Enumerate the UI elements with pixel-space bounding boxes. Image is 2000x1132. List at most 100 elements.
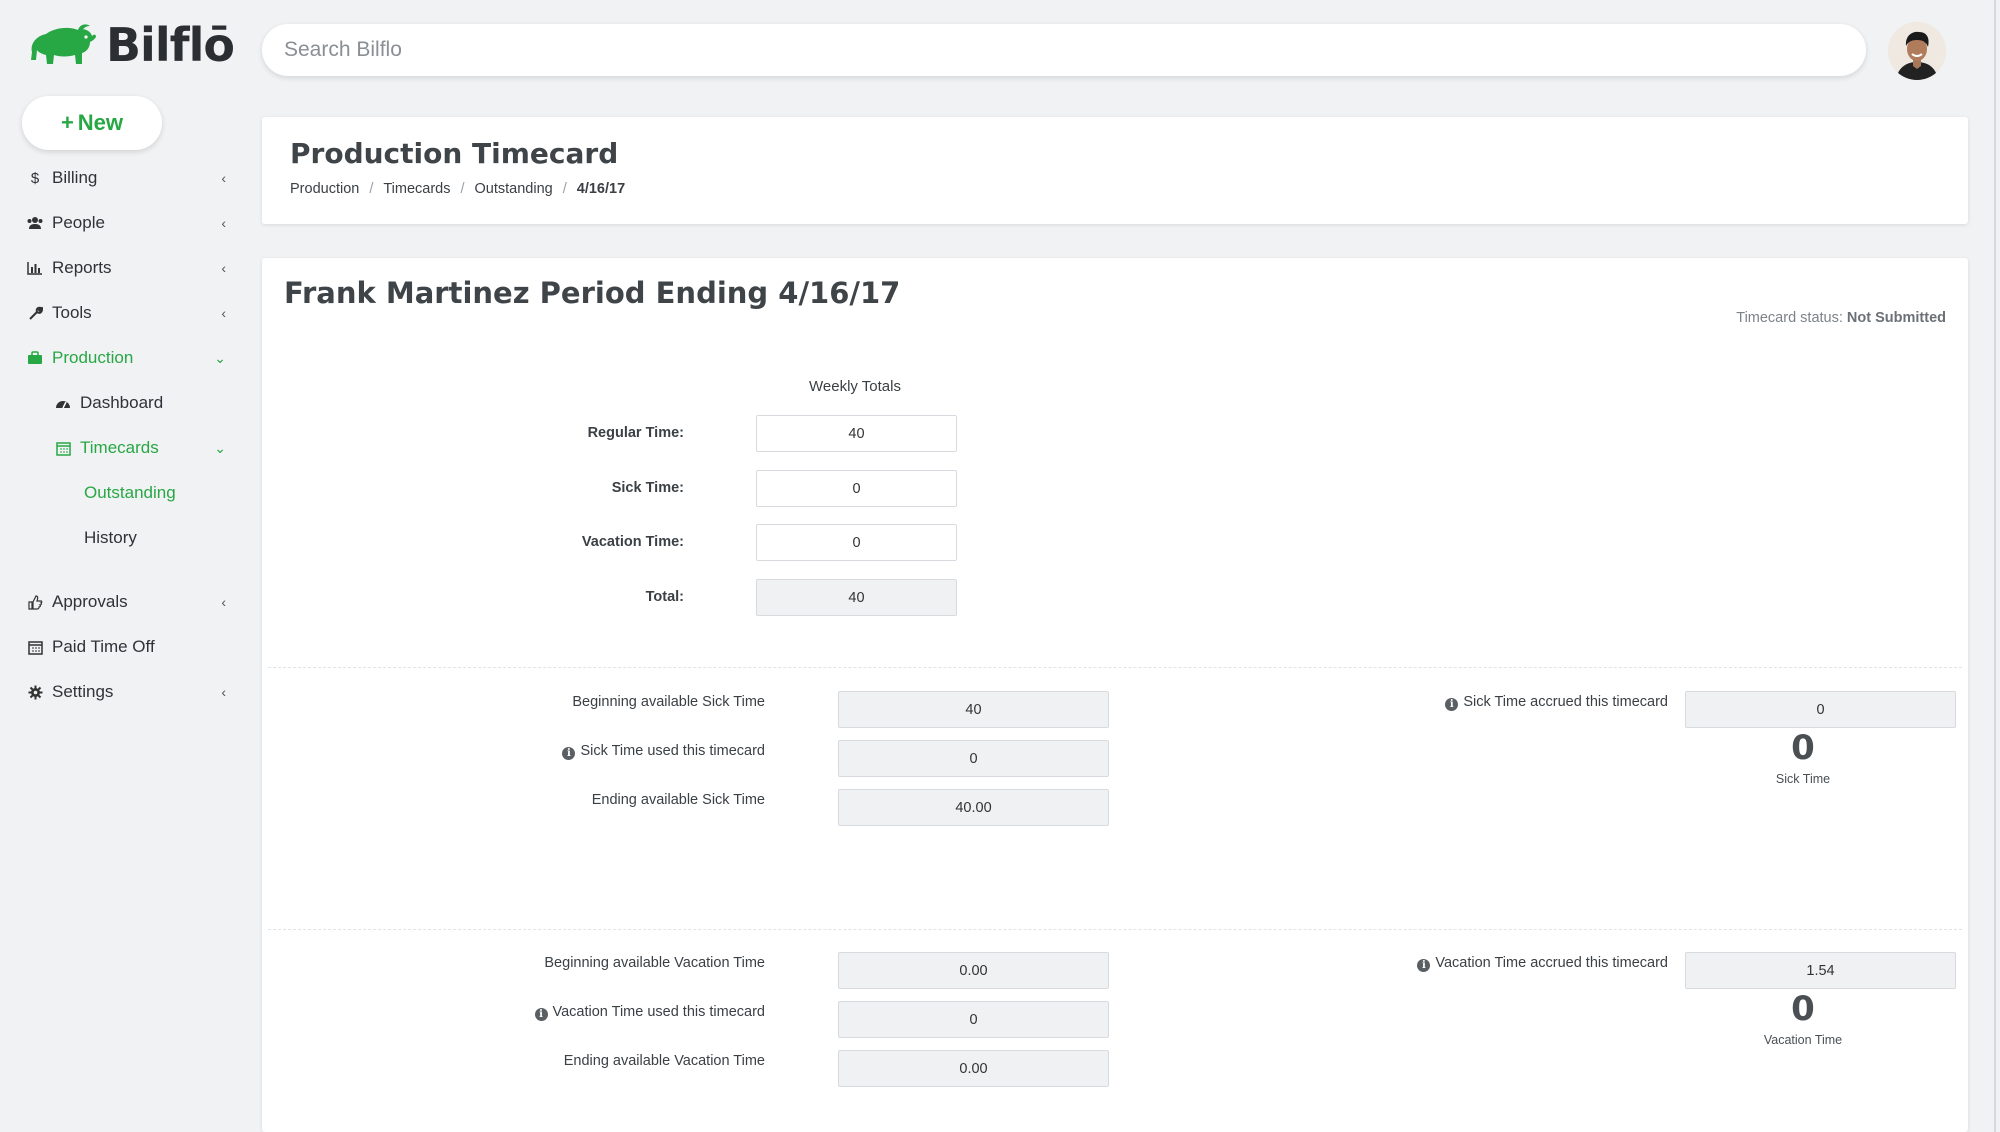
sidebar-item-billing[interactable]: $ Billing ‹ [26,161,226,195]
regular-time-input[interactable] [756,415,957,452]
vacation-time-input[interactable] [756,524,957,561]
sidebar-item-approvals[interactable]: Approvals ‹ [26,585,226,619]
sidebar-item-label: Outstanding [84,483,176,502]
sick-used-label: i Sick Time used this timecard [562,743,765,760]
regular-time-label: Regular Time: [587,425,684,441]
status-badge: Not Submitted [1846,310,1946,326]
vacation-accrued-label: i Vacation Time accrued this timecard [1417,955,1668,972]
beginning-vacation-field [838,952,1109,989]
users-icon [26,216,44,230]
app-logo[interactable]: Bilflō [28,18,235,72]
briefcase-icon [26,351,44,365]
plus-icon: + [60,110,74,135]
wrench-icon [26,306,44,321]
total-time-field [756,579,957,616]
calendar-icon [54,441,72,456]
sidebar-item-dashboard[interactable]: Dashboard [54,386,226,420]
info-icon[interactable]: i [562,747,576,760]
sidebar-item-label: Tools [52,303,92,322]
dollar-icon: $ [30,169,40,187]
breadcrumb: Production / Timecards / Outstanding / 4… [290,181,625,197]
timecard-card: Frank Martinez Period Ending 4/16/17 Tim… [262,258,1968,1132]
vacation-used-label-text: Vacation Time used this timecard [552,1004,766,1020]
sidebar-item-outstanding[interactable]: Outstanding [84,476,226,510]
chevron-down-icon: ⌄ [214,439,226,456]
breadcrumb-link-timecards[interactable]: Timecards [383,181,450,197]
info-icon[interactable]: i [1445,698,1459,711]
sidebar-item-reports[interactable]: Reports ‹ [26,251,226,285]
dashboard-icon [54,396,72,410]
sidebar-item-paid-time-off[interactable]: Paid Time Off [26,630,226,664]
sidebar-item-label: People [52,213,105,232]
chevron-left-icon: ‹ [221,215,226,231]
sidebar-item-label: Production [52,348,134,367]
sidebar-item-label: Paid Time Off [52,637,155,656]
section-divider [268,929,1962,930]
calendar-icon [26,640,44,655]
vacation-time-label: Vacation Time: [581,534,684,550]
ending-sick-field [838,789,1109,826]
page-scrollbar[interactable] [1994,0,1996,1132]
ending-vacation-label: Ending available Vacation Time [563,1053,765,1069]
sick-accrued-label-text: Sick Time accrued this timecard [1463,694,1668,710]
vacation-time-balance-caption: Vacation Time [1763,1033,1843,1047]
chevron-left-icon: ‹ [221,170,226,186]
sick-time-balance: 0 [1791,728,1815,768]
info-icon[interactable]: i [1417,959,1431,972]
sidebar-item-people[interactable]: People ‹ [26,206,226,240]
chevron-left-icon: ‹ [221,260,226,276]
chevron-left-icon: ‹ [221,594,226,610]
sick-time-label: Sick Time: [611,480,684,496]
vacation-used-field [838,1001,1109,1038]
app-name: Bilflō [106,18,235,72]
weekly-totals-header: Weekly Totals [809,378,901,395]
vacation-accrued-label-text: Vacation Time accrued this timecard [1435,955,1668,971]
beginning-vacation-label: Beginning available Vacation Time [544,955,765,971]
vacation-time-balance: 0 [1791,989,1815,1029]
sidebar-item-label: Timecards [80,438,159,457]
breadcrumb-current: 4/16/17 [576,181,626,197]
status-label: Timecard status: [1736,310,1843,326]
sick-time-input[interactable] [756,470,957,507]
sick-time-balance-caption: Sick Time [1775,772,1831,786]
beginning-sick-label: Beginning available Sick Time [572,694,765,710]
sick-accrued-label: i Sick Time accrued this timecard [1445,694,1668,711]
breadcrumb-separator: / [562,181,567,197]
timecard-status: Timecard status: Not Submitted [1736,310,1946,326]
breadcrumb-link-outstanding[interactable]: Outstanding [475,181,553,197]
sidebar-item-timecards[interactable]: Timecards ⌄ [54,431,226,465]
user-avatar[interactable] [1888,22,1946,80]
ending-vacation-field [838,1050,1109,1087]
sidebar-item-label: Settings [52,682,114,701]
sidebar-item-label: Billing [52,168,98,187]
page-title: Production Timecard [290,137,619,170]
thumbs-up-icon [26,594,44,610]
sidebar-item-production[interactable]: Production ⌄ [26,341,226,375]
vacation-used-label: i Vacation Time used this timecard [534,1004,766,1021]
timecard-title: Frank Martinez Period Ending 4/16/17 [284,276,901,310]
sidebar-item-tools[interactable]: Tools ‹ [26,296,226,330]
chevron-left-icon: ‹ [221,305,226,321]
sick-accrued-field [1685,691,1956,728]
ending-sick-label: Ending available Sick Time [591,792,765,808]
section-divider [268,667,1962,668]
chevron-left-icon: ‹ [221,684,226,700]
chevron-down-icon: ⌄ [214,349,226,366]
sidebar-item-history[interactable]: History [84,521,226,555]
user-photo-icon [1888,22,1946,80]
sidebar-item-settings[interactable]: Settings ‹ [26,675,226,709]
sick-used-label-text: Sick Time used this timecard [580,743,765,759]
new-button[interactable]: + New [22,96,162,150]
info-icon[interactable]: i [534,1008,548,1021]
total-time-label: Total: [645,589,684,605]
sidebar-item-label: Dashboard [80,393,164,412]
search-input[interactable] [262,24,1866,76]
breadcrumb-separator: / [460,181,465,197]
gear-icon [26,685,44,700]
bison-logo-icon [31,24,96,64]
sick-used-field [838,740,1109,777]
breadcrumb-link-production[interactable]: Production [290,181,359,197]
sidebar-item-label: Approvals [52,592,128,611]
page-header-card: Production Timecard Production / Timecar… [262,117,1968,224]
new-button-label: New [77,110,124,135]
